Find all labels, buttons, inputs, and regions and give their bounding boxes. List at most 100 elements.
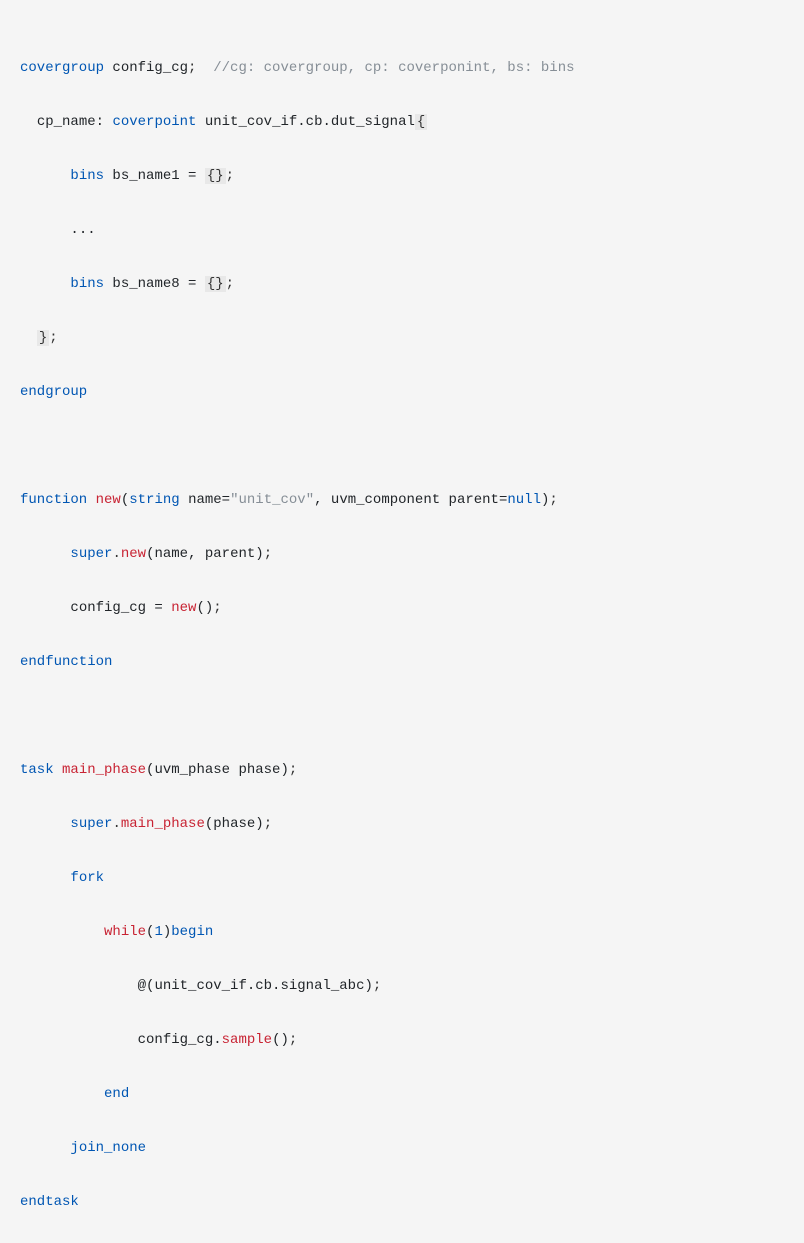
- keyword-fork: fork: [70, 870, 104, 886]
- identifier: unit_cov_if.cb.signal_abc: [154, 978, 364, 994]
- ellipsis: ...: [70, 222, 95, 238]
- paren-close: ): [364, 978, 372, 994]
- keyword-super: super: [70, 546, 112, 562]
- paren-open: (: [146, 762, 154, 778]
- indent: [20, 924, 104, 940]
- semicolon: ;: [226, 168, 234, 184]
- code-block: covergroup config_cg; //cg: covergroup, …: [20, 28, 784, 1243]
- identifier: bs_name1 =: [104, 168, 205, 184]
- indent: [20, 1086, 104, 1102]
- identifier: name=: [180, 492, 230, 508]
- code-line: bins bs_name8 = {};: [20, 271, 784, 298]
- indent: [20, 330, 37, 346]
- method-sample: sample: [222, 1032, 272, 1048]
- code-line: config_cg.sample();: [20, 1027, 784, 1054]
- identifier: config_cg =: [70, 600, 171, 616]
- dot: .: [112, 816, 120, 832]
- keyword-endfunction: endfunction: [20, 654, 112, 670]
- at-sign: @: [138, 978, 146, 994]
- paren-open: (: [121, 492, 129, 508]
- keyword-join-none: join_none: [70, 1140, 146, 1156]
- code-line: bins bs_name1 = {};: [20, 163, 784, 190]
- keyword-covergroup: covergroup: [20, 60, 104, 76]
- code-line: covergroup config_cg; //cg: covergroup, …: [20, 55, 784, 82]
- semicolon: ;: [49, 330, 57, 346]
- paren-close: ): [163, 924, 171, 940]
- space: [54, 762, 62, 778]
- code-line: config_cg = new();: [20, 595, 784, 622]
- indent: [20, 546, 70, 562]
- keyword-null: null: [507, 492, 541, 508]
- keyword-while: while: [104, 924, 146, 940]
- keyword-string: string: [129, 492, 179, 508]
- method-main-phase: main_phase: [121, 816, 205, 832]
- code-line: endfunction: [20, 649, 784, 676]
- code-line: ...: [20, 217, 784, 244]
- code-line: task main_phase(uvm_phase phase);: [20, 757, 784, 784]
- keyword-new: new: [96, 492, 121, 508]
- code-line: cp_name: coverpoint unit_cov_if.cb.dut_s…: [20, 109, 784, 136]
- code-line-empty: [20, 703, 784, 730]
- paren-open: (: [146, 978, 154, 994]
- code-line: fork: [20, 865, 784, 892]
- indent: [20, 222, 70, 238]
- string-literal: "unit_cov": [230, 492, 314, 508]
- indent: [20, 870, 70, 886]
- identifier: cp_name:: [37, 114, 113, 130]
- indent: [20, 978, 138, 994]
- indent: [20, 1140, 70, 1156]
- keyword-super: super: [70, 816, 112, 832]
- keyword-function: function: [20, 492, 87, 508]
- semicolon: ;: [264, 546, 272, 562]
- space: [87, 492, 95, 508]
- identifier: uvm_component parent=: [331, 492, 507, 508]
- keyword-new: new: [171, 600, 196, 616]
- code-line: function new(string name="unit_cov", uvm…: [20, 487, 784, 514]
- identifier: bs_name8 =: [104, 276, 205, 292]
- keyword-task: task: [20, 762, 54, 778]
- identifier: config_cg: [104, 60, 188, 76]
- dot: .: [112, 546, 120, 562]
- keyword-bins: bins: [70, 168, 104, 184]
- method-main-phase: main_phase: [62, 762, 146, 778]
- indent: [20, 114, 37, 130]
- identifier: uvm_phase phase: [154, 762, 280, 778]
- brace-close: }: [37, 330, 49, 346]
- paren-open: (: [146, 924, 154, 940]
- comma: ,: [314, 492, 331, 508]
- braces: {}: [205, 276, 226, 292]
- semicolon: ;: [213, 600, 221, 616]
- braces: {}: [205, 168, 226, 184]
- code-line: while(1)begin: [20, 919, 784, 946]
- semicolon: ;: [549, 492, 557, 508]
- code-line: join_none: [20, 1135, 784, 1162]
- keyword-begin: begin: [171, 924, 213, 940]
- paren-close: ): [280, 762, 288, 778]
- keyword-endtask: endtask: [20, 1194, 79, 1210]
- code-line: endtask: [20, 1189, 784, 1216]
- code-line-empty: [20, 433, 784, 460]
- parens: (): [196, 600, 213, 616]
- paren-close: ): [255, 816, 263, 832]
- parens: (): [272, 1032, 289, 1048]
- identifier: config_cg.: [138, 1032, 222, 1048]
- identifier: unit_cov_if.cb.dut_signal: [196, 114, 414, 130]
- code-line: @(unit_cov_if.cb.signal_abc);: [20, 973, 784, 1000]
- code-line: };: [20, 325, 784, 352]
- semicolon: ;: [264, 816, 272, 832]
- identifier: phase: [213, 816, 255, 832]
- semicolon: ;: [373, 978, 381, 994]
- semicolon: ;: [226, 276, 234, 292]
- number: 1: [154, 924, 162, 940]
- code-line: super.main_phase(phase);: [20, 811, 784, 838]
- code-line: super.new(name, parent);: [20, 541, 784, 568]
- identifier: name, parent: [154, 546, 255, 562]
- indent: [20, 816, 70, 832]
- indent: [20, 276, 70, 292]
- keyword-end: end: [104, 1086, 129, 1102]
- brace-open: {: [415, 114, 427, 130]
- code-line: endgroup: [20, 379, 784, 406]
- keyword-coverpoint: coverpoint: [112, 114, 196, 130]
- semicolon: ;: [289, 762, 297, 778]
- paren-open: (: [205, 816, 213, 832]
